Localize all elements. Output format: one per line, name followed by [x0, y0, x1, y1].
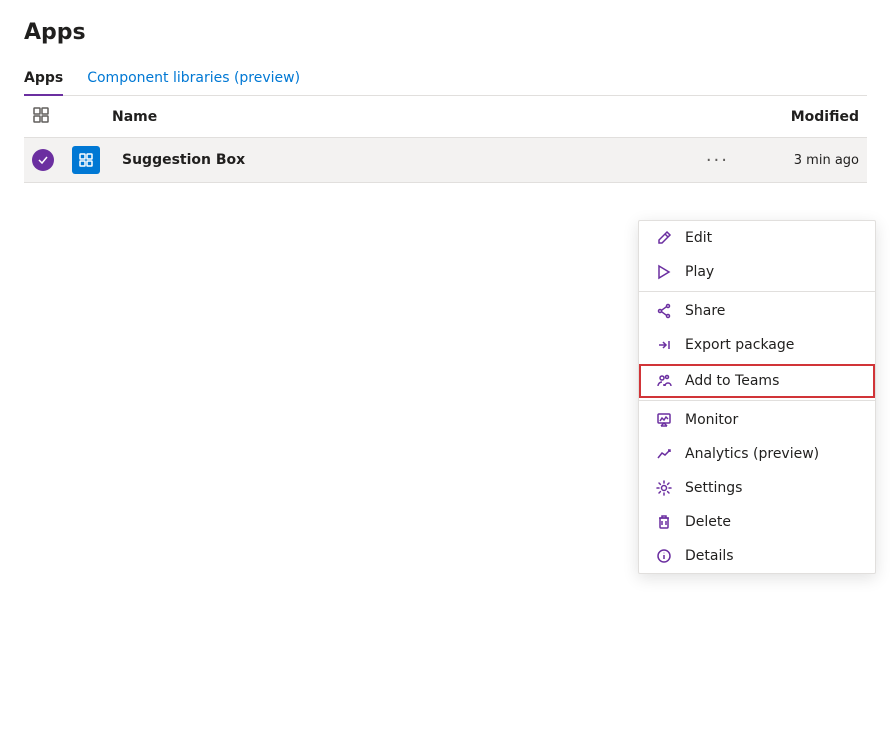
menu-item-share[interactable]: Share — [639, 294, 875, 328]
settings-icon — [655, 479, 673, 497]
table-row[interactable]: Suggestion Box ··· 3 min ago — [24, 138, 867, 183]
menu-item-edit[interactable]: Edit — [639, 221, 875, 255]
details-icon — [655, 547, 673, 565]
menu-add-to-teams-label: Add to Teams — [685, 373, 779, 389]
menu-delete-label: Delete — [685, 514, 731, 530]
page-title: Apps — [24, 20, 867, 45]
menu-item-play[interactable]: Play — [639, 255, 875, 289]
menu-item-details[interactable]: Details — [639, 539, 875, 573]
context-menu: Edit Play Share — [638, 220, 876, 574]
tab-apps[interactable]: Apps — [24, 62, 63, 96]
menu-export-label: Export package — [685, 337, 794, 353]
menu-analytics-label: Analytics (preview) — [685, 446, 819, 462]
header-name-col: Name — [112, 109, 679, 125]
menu-divider-1 — [639, 291, 875, 292]
tabs-bar: Apps Component libraries (preview) — [24, 61, 867, 96]
check-circle — [32, 149, 54, 171]
menu-divider-2 — [639, 400, 875, 401]
context-menu-trigger[interactable]: ··· — [696, 150, 739, 171]
menu-item-monitor[interactable]: Monitor — [639, 403, 875, 437]
export-icon — [655, 336, 673, 354]
menu-play-label: Play — [685, 264, 714, 280]
play-icon — [655, 263, 673, 281]
app-name: Suggestion Box — [112, 152, 696, 168]
modified-time: 3 min ago — [739, 153, 859, 168]
teams-icon — [655, 372, 673, 390]
menu-settings-label: Settings — [685, 480, 742, 496]
menu-edit-label: Edit — [685, 230, 712, 246]
delete-icon — [655, 513, 673, 531]
header-modified-col: Modified — [679, 109, 859, 125]
grid-icon — [32, 106, 50, 124]
table-header: Name Modified — [24, 96, 867, 138]
tab-component-libraries[interactable]: Component libraries (preview) — [87, 62, 300, 96]
row-checkbox[interactable] — [32, 149, 72, 171]
menu-item-analytics[interactable]: Analytics (preview) — [639, 437, 875, 471]
apps-table: Name Modified — [24, 96, 867, 183]
app-icon — [72, 146, 112, 174]
monitor-icon — [655, 411, 673, 429]
menu-item-delete[interactable]: Delete — [639, 505, 875, 539]
app-icon-box — [72, 146, 100, 174]
menu-item-export[interactable]: Export package — [639, 328, 875, 362]
menu-item-add-to-teams[interactable]: Add to Teams — [639, 364, 875, 398]
analytics-icon — [655, 445, 673, 463]
header-checkbox-col — [32, 106, 72, 127]
menu-share-label: Share — [685, 303, 725, 319]
share-icon — [655, 302, 673, 320]
menu-item-settings[interactable]: Settings — [639, 471, 875, 505]
menu-details-label: Details — [685, 548, 734, 564]
menu-monitor-label: Monitor — [685, 412, 738, 428]
edit-icon — [655, 229, 673, 247]
